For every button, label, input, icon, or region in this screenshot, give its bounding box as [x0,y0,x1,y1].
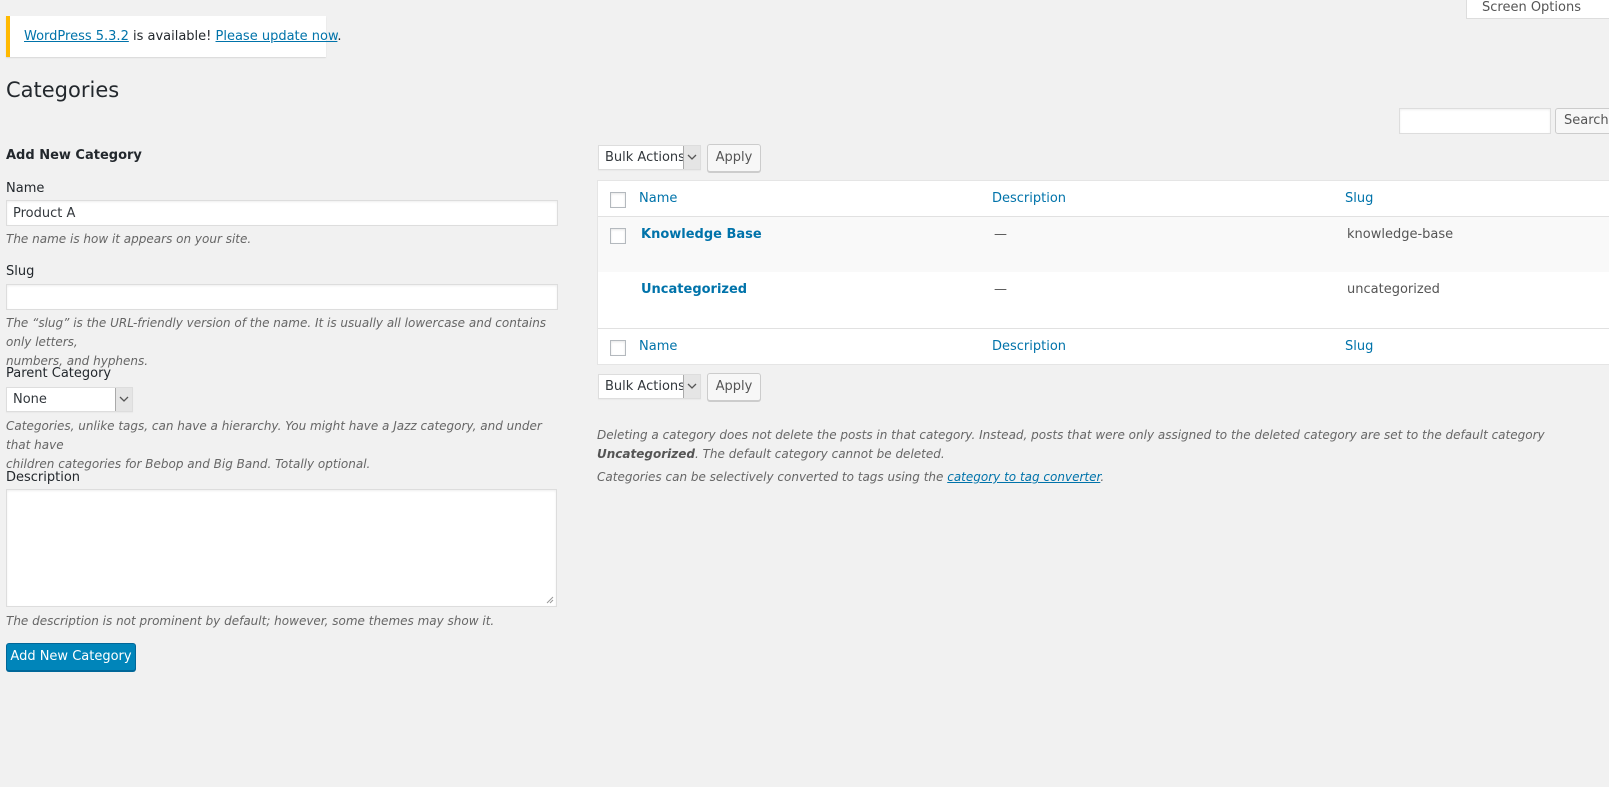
name-help-text: The name is how it appears on your site. [6,232,252,246]
select-all-checkbox[interactable] [610,192,626,208]
bulk-actions-select-bottom[interactable]: Bulk Actions [598,374,701,399]
slug-input[interactable] [6,284,558,310]
parent-help-line-1: Categories, unlike tags, can have a hier… [6,419,542,452]
chevron-down-icon [683,146,700,169]
column-header-slug[interactable]: Slug [1345,190,1373,208]
screen-options-label: Screen Options [1482,0,1581,15]
category-slug: uncategorized [1347,282,1440,297]
table-header-row: Name Description Slug [598,181,1609,217]
table-footer-row: Name Description Slug [598,328,1609,364]
resize-grip-icon[interactable] [546,596,554,604]
slug-help-line-1: The “slug” is the URL-friendly version o… [6,316,547,349]
screen-options-button[interactable]: Screen Options [1466,0,1609,19]
delete-note-text: Deleting a category does not delete the … [597,428,1545,442]
category-description: — [994,227,1007,242]
parent-category-label: Parent Category [6,366,112,381]
default-category-name: Uncategorized [597,447,695,461]
chevron-down-icon [683,375,700,398]
column-footer-slug[interactable]: Slug [1345,338,1373,356]
wordpress-version-link[interactable]: WordPress 5.3.2 [24,29,129,44]
description-help-text: The description is not prominent by defa… [6,614,495,628]
converter-note-text: Categories can be selectively converted … [597,470,948,484]
delete-category-note: Deleting a category does not delete the … [597,426,1607,464]
update-notice: WordPress 5.3.2 is available! Please upd… [6,16,342,57]
add-new-category-heading: Add New Category [6,148,142,163]
apply-button-top[interactable]: Apply [707,144,761,172]
row-checkbox[interactable] [610,228,626,244]
tag-converter-note: Categories can be selectively converted … [597,468,1607,487]
slug-help-text: The “slug” is the URL-friendly version o… [6,314,566,371]
add-new-category-button[interactable]: Add New Category [6,643,136,671]
category-name-link[interactable]: Uncategorized [641,281,747,299]
select-all-checkbox-footer[interactable] [610,340,626,356]
search-categories-button[interactable]: Search Categories [1555,108,1609,134]
description-textarea[interactable] [6,489,557,607]
category-name-link[interactable]: Knowledge Base [641,226,762,244]
parent-category-selected: None [13,392,47,407]
categories-table: Name Description Slug Knowledge Base — k… [597,180,1609,365]
notice-middle-text: is available! [128,29,216,44]
converter-note-end: . [1100,470,1105,484]
column-footer-description[interactable]: Description [992,338,1066,356]
page-title: Categories [6,78,120,102]
update-now-link[interactable]: Please update now [216,29,338,44]
table-row: Uncategorized — uncategorized [598,272,1609,328]
notice-end-text: . [337,29,342,44]
chevron-down-icon [115,388,132,411]
parent-category-select[interactable]: None [6,387,133,412]
name-label: Name [6,181,45,196]
slug-label: Slug [6,264,35,279]
category-to-tag-converter-link[interactable]: category to tag converter [947,470,1100,484]
name-input[interactable] [6,200,558,226]
description-label: Description [6,470,81,485]
column-footer-name[interactable]: Name [639,338,677,356]
table-row: Knowledge Base — knowledge-base [598,217,1609,272]
column-header-description[interactable]: Description [992,190,1066,208]
category-slug: knowledge-base [1347,227,1454,242]
category-description: — [994,282,1007,297]
delete-note-tail: . The default category cannot be deleted… [694,447,945,461]
apply-button-bottom[interactable]: Apply [707,373,761,401]
parent-help-text: Categories, unlike tags, can have a hier… [6,417,566,474]
bulk-actions-selected-top: Bulk Actions [605,150,685,165]
bulk-actions-selected-bottom: Bulk Actions [605,379,685,394]
parent-help-line-2: children categories for Bebop and Big Ba… [6,457,371,471]
search-categories-input[interactable] [1399,108,1551,134]
column-header-name[interactable]: Name [639,190,677,208]
bulk-actions-select-top[interactable]: Bulk Actions [598,145,701,170]
